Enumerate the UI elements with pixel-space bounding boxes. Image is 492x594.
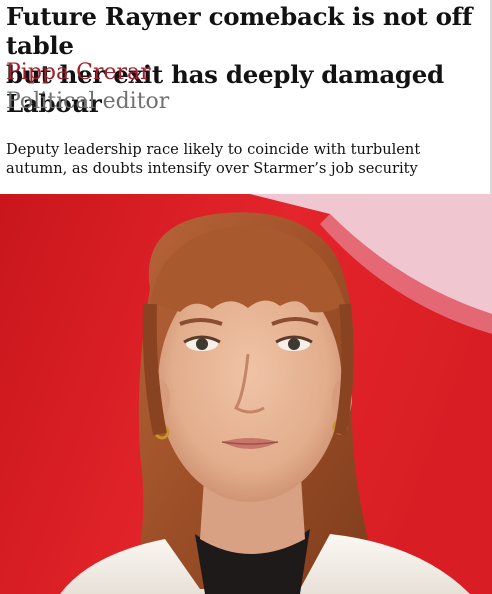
headline-line-1: Future Rayner comeback is not off table [6,2,473,60]
standfirst-line-1: Deputy leadership race likely to coincid… [6,141,421,158]
article-standfirst: Deputy leadership race likely to coincid… [6,140,476,178]
author-role: Political editor [6,89,170,114]
portrait-illustration [0,194,492,594]
standfirst-line-2: autumn, as doubts intensify over Starmer… [6,160,418,177]
author-name[interactable]: Pippa Crerar [6,59,151,87]
article-page: Future Rayner comeback is not off table … [0,0,492,594]
article-photo[interactable] [0,194,492,594]
